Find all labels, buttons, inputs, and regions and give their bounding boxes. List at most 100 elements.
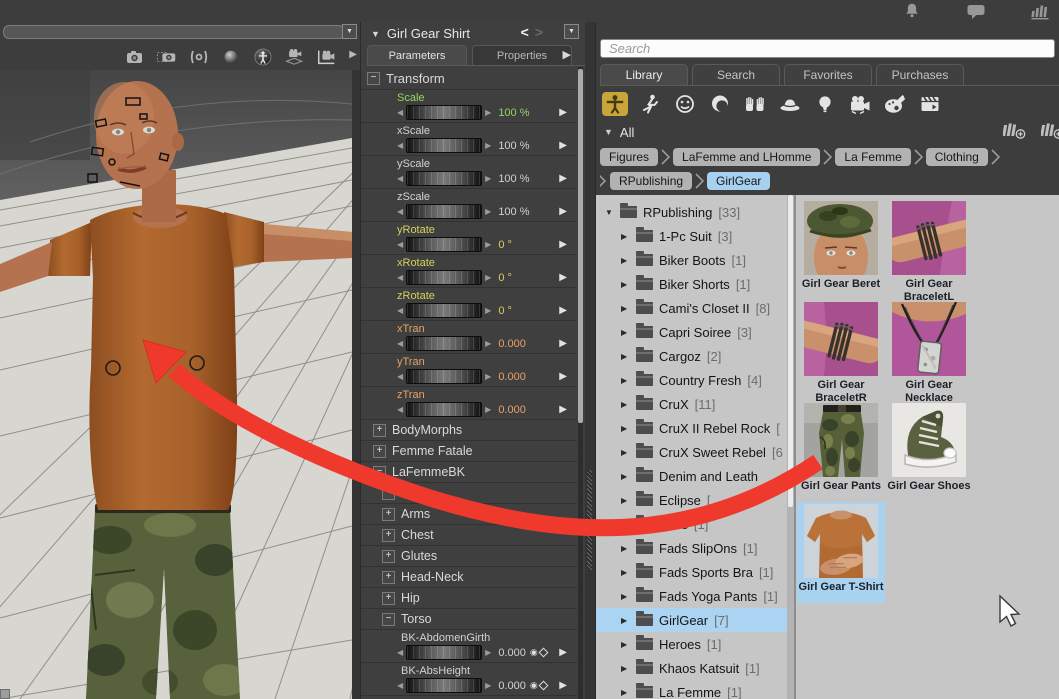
tree-item[interactable]: Biker Shorts [1]	[596, 272, 787, 296]
library-thumbnail-braceletl[interactable]: Girl Gear BraceletL	[885, 199, 973, 300]
parameter-flyout-arrow[interactable]: ▶	[559, 338, 567, 349]
parameter-group-header[interactable]: + Chest	[361, 524, 577, 545]
library-thumbnail-necklace[interactable]: Girl Gear Necklace	[885, 300, 973, 401]
slider-increment-arrow[interactable]: ▶	[485, 682, 491, 690]
parameter-slider[interactable]	[406, 369, 482, 384]
parameter-flyout-arrow[interactable]: ▶	[559, 305, 567, 316]
panel-divider[interactable]	[585, 22, 595, 699]
tree-expand-arrow[interactable]	[621, 400, 630, 409]
tree-expand-arrow[interactable]	[621, 280, 630, 289]
props-hat-icon[interactable]	[777, 92, 803, 116]
breadcrumb-girlgear[interactable]: GirlGear	[707, 172, 770, 190]
tree-item[interactable]: Khaos Katsuit [1]	[596, 656, 787, 680]
dial-icon[interactable]: ◉	[530, 648, 538, 657]
slider-increment-arrow[interactable]: ▶	[485, 241, 491, 249]
tabs-more-arrow[interactable]: ▶	[563, 48, 571, 61]
slider-decrement-arrow[interactable]: ◀	[397, 406, 403, 414]
library-tab[interactable]: Library	[600, 64, 688, 85]
tree-item[interactable]: Eclipse [	[596, 488, 787, 512]
viewport-resize-corner[interactable]	[0, 689, 10, 699]
search-input[interactable]	[600, 39, 1055, 58]
library-thumbnail-braceletr[interactable]: Girl Gear BraceletR	[797, 300, 885, 401]
tree-expand-arrow[interactable]	[621, 568, 630, 577]
library-thumbnail-shoes[interactable]: Girl Gear Shoes	[885, 401, 973, 502]
slider-decrement-arrow[interactable]: ◀	[397, 208, 403, 216]
parameter-slider[interactable]	[406, 204, 482, 219]
tree-item[interactable]: Fads Yoga Pants [1]	[596, 584, 787, 608]
tree-expand-arrow[interactable]	[621, 640, 630, 649]
hair-icon[interactable]	[707, 92, 733, 116]
group-expand-toggle[interactable]: −	[382, 487, 395, 500]
tree-item[interactable]: Heroes [1]	[596, 632, 787, 656]
parameter-slider[interactable]	[406, 645, 482, 660]
parameter-group-header[interactable]: + Arms	[361, 503, 577, 524]
expressions-icon[interactable]	[672, 92, 698, 116]
slider-increment-arrow[interactable]: ▶	[485, 274, 491, 282]
actor-prev-arrow[interactable]: <	[521, 24, 529, 40]
tree-item[interactable]: Fads [1]	[596, 512, 787, 536]
slider-decrement-arrow[interactable]: ◀	[397, 682, 403, 690]
lights-icon[interactable]	[812, 92, 838, 116]
slider-decrement-arrow[interactable]: ◀	[397, 109, 403, 117]
breadcrumb-rpublishing[interactable]: RPublishing	[610, 172, 692, 190]
parameter-flyout-arrow[interactable]: ▶	[559, 647, 567, 658]
divider-drag-handle[interactable]	[587, 470, 592, 570]
slider-increment-arrow[interactable]: ▶	[485, 340, 491, 348]
group-expand-toggle[interactable]: −	[382, 613, 395, 626]
camera-select-icon[interactable]	[156, 47, 178, 67]
parameter-flyout-arrow[interactable]: ▶	[559, 272, 567, 283]
camera-icon[interactable]	[124, 47, 146, 67]
breadcrumb-clothing[interactable]: Clothing	[926, 148, 988, 166]
parameter-group-header[interactable]: − Torso	[361, 608, 577, 629]
tree-expand-arrow[interactable]	[621, 304, 630, 313]
slider-increment-arrow[interactable]: ▶	[485, 307, 491, 315]
key-icon[interactable]	[538, 681, 548, 691]
parameter-flyout-arrow[interactable]: ▶	[559, 680, 567, 691]
tree-expand-arrow[interactable]	[621, 376, 630, 385]
library-tab[interactable]: Search	[692, 64, 780, 85]
parameter-flyout-arrow[interactable]: ▶	[559, 206, 567, 217]
tree-item[interactable]: Fads Sports Bra [1]	[596, 560, 787, 584]
parameter-flyout-arrow[interactable]: ▶	[559, 107, 567, 118]
tree-expand-arrow[interactable]	[621, 520, 630, 529]
parameter-slider[interactable]	[406, 270, 482, 285]
parameter-flyout-arrow[interactable]: ▶	[559, 140, 567, 151]
group-expand-toggle[interactable]: +	[382, 508, 395, 521]
tree-expand-arrow[interactable]	[621, 424, 630, 433]
parameter-slider[interactable]	[406, 105, 482, 120]
figure-sphere-icon[interactable]	[252, 47, 274, 67]
tree-item[interactable]: Denim and Leath	[596, 464, 787, 488]
slider-decrement-arrow[interactable]: ◀	[397, 373, 403, 381]
tree-expand-arrow[interactable]	[621, 352, 630, 361]
parameter-slider[interactable]	[406, 303, 482, 318]
tree-item[interactable]: CruX Sweet Rebel [6	[596, 440, 787, 464]
tree-expand-arrow[interactable]	[621, 688, 630, 697]
tree-expand-arrow[interactable]	[621, 616, 630, 625]
tree-item[interactable]: Capri Soiree [3]	[596, 320, 787, 344]
parameters-panel-menu-icon[interactable]: ▼	[564, 24, 579, 39]
library-tab[interactable]: Purchases	[876, 64, 964, 85]
slider-increment-arrow[interactable]: ▶	[485, 175, 491, 183]
add-library-icon[interactable]	[1041, 120, 1059, 145]
tree-expand-arrow[interactable]	[621, 448, 630, 457]
parameter-slider[interactable]	[406, 171, 482, 186]
cameras-icon[interactable]	[847, 92, 873, 116]
figures-icon[interactable]	[602, 92, 628, 116]
parameter-group-header[interactable]: + Femme Fatale	[361, 440, 577, 461]
parameter-slider[interactable]	[406, 237, 482, 252]
scenes-icon[interactable]	[917, 92, 943, 116]
tree-item[interactable]: CruX [11]	[596, 392, 787, 416]
tree-expand-arrow[interactable]	[621, 256, 630, 265]
sphere-icon[interactable]	[220, 47, 242, 67]
library-tab[interactable]: Favorites	[784, 64, 872, 85]
tree-expand-arrow[interactable]	[621, 496, 630, 505]
parameter-group-header[interactable]: + Glutes	[361, 545, 577, 566]
group-expand-toggle[interactable]: +	[382, 529, 395, 542]
parameter-slider[interactable]	[406, 138, 482, 153]
slider-increment-arrow[interactable]: ▶	[485, 373, 491, 381]
parameter-slider[interactable]	[406, 402, 482, 417]
poses-icon[interactable]	[637, 92, 663, 116]
slider-increment-arrow[interactable]: ▶	[485, 208, 491, 216]
toolbar-more-arrow[interactable]: ▶	[349, 49, 357, 60]
viewport-panel-menu-icon[interactable]: ▼	[342, 24, 357, 39]
